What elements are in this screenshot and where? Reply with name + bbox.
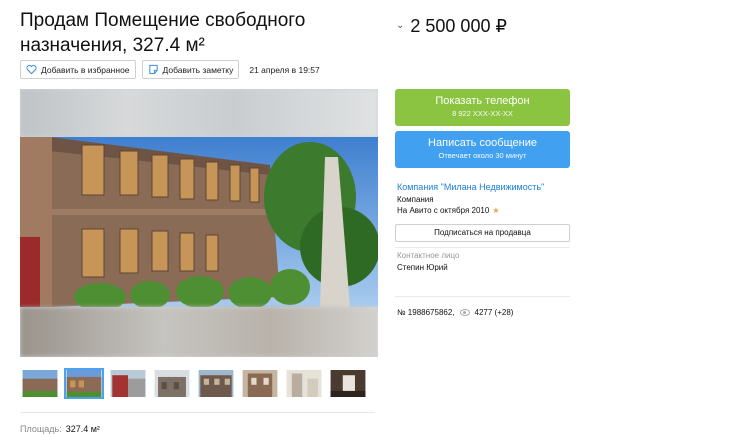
show-phone-button[interactable]: Показать телефон 8 922 XXX-XX-XX [395,89,570,126]
add-note-label: Добавить заметку [162,64,234,75]
listing-stats: № 1988675862, 4277 (+28) [397,308,513,317]
thumbnail-strip [20,368,368,399]
photo-blur-bottom [20,307,378,357]
building-photo [20,137,378,307]
thumbnail[interactable] [108,368,148,399]
write-message-label: Написать сообщение [428,137,537,149]
heart-icon [26,65,37,75]
thumbnail[interactable] [152,368,192,399]
thumbnail[interactable] [328,368,368,399]
company-link[interactable]: Компания "Милана Недвижимость" [397,182,544,192]
write-message-button[interactable]: Написать сообщение Отвечает около 30 мин… [395,131,570,168]
seller-type: Компания [397,195,434,204]
on-avito-since-text: На Авито с октября 2010 [397,206,490,215]
listing-actions: Добавить в избранное Добавить заметку 21… [20,60,320,79]
response-time: Отвечает около 30 минут [438,151,527,160]
thumbnail[interactable] [284,368,324,399]
listing-id: № 1988675862, [397,308,455,317]
add-to-favorites-label: Добавить в избранное [41,64,130,75]
price-value: 2 500 000 ₽ [410,16,507,36]
area-row: Площадь: 327.4 м² [20,424,100,434]
subscribe-seller-button[interactable]: Подписаться на продавца [395,224,570,242]
contact-person-label: Контактное лицо [397,251,460,260]
divider [395,296,570,297]
thumbnail[interactable] [240,368,280,399]
phone-masked: 8 922 XXX-XX-XX [452,109,513,118]
area-value: 327.4 м² [65,424,100,434]
contact-person-name: Степин Юрий [397,263,448,272]
on-avito-since: На Авито с октября 2010 ★ [397,206,499,215]
view-count: 4277 (+28) [474,308,514,317]
price[interactable]: ⌄ 2 500 000 ₽ [396,16,507,37]
thumbnail[interactable] [20,368,60,399]
main-photo[interactable] [20,89,378,357]
publish-date: 21 апреля в 19:57 [249,64,320,75]
photo-blur-top [20,89,378,137]
show-phone-label: Показать телефон [435,95,530,107]
thumbnail[interactable] [196,368,236,399]
area-label: Площадь: [20,424,62,434]
chevron-down-icon: ⌄ [396,20,405,31]
add-to-favorites-button[interactable]: Добавить в избранное [20,60,136,79]
medal-icon: ★ [492,206,500,215]
listing-title: Продам Помещение свободного назначения, … [20,10,306,56]
divider [395,247,570,248]
eye-icon [459,309,470,316]
thumbnail[interactable] [64,368,104,399]
add-note-button[interactable]: Добавить заметку [141,60,240,79]
note-icon [148,64,158,75]
divider [20,412,375,413]
